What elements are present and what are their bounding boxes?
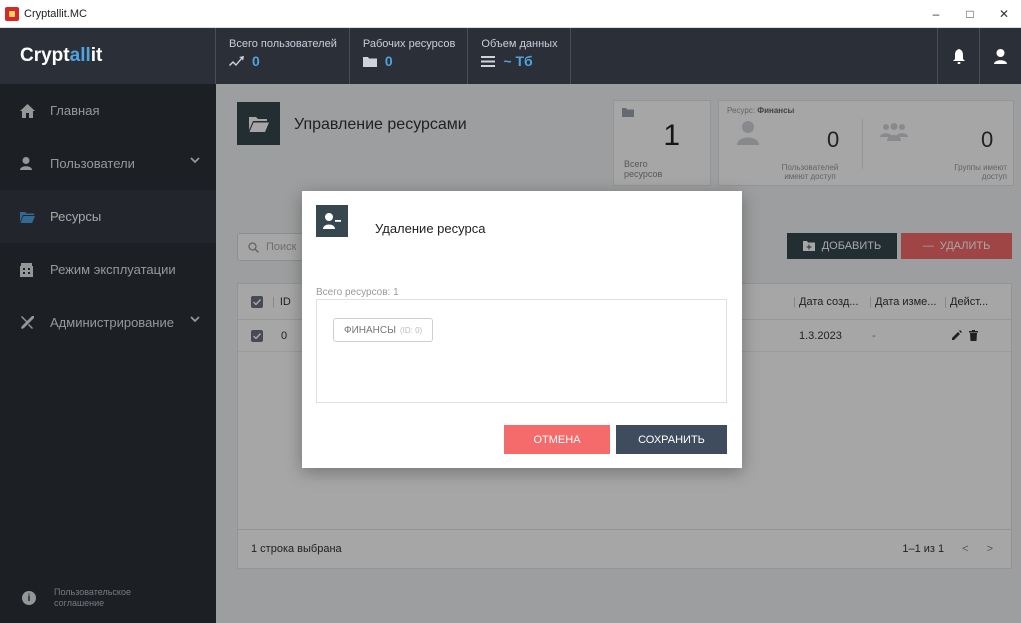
stat-total-users: Всего пользователей 0 — [216, 28, 350, 84]
stat-label: Объем данных — [481, 38, 558, 50]
delete-resource-dialog: Удаление ресурса Всего ресурсов: 1 ФИНАН… — [302, 191, 742, 468]
folder-icon — [362, 56, 377, 67]
chip-name: ФИНАНСЫ — [344, 324, 396, 336]
list-icon — [481, 55, 496, 67]
resources-list: ФИНАНСЫ (ID: 0) — [316, 299, 727, 403]
stat-value: ~ Tб — [503, 53, 533, 69]
app-icon — [5, 6, 19, 21]
dialog-subtitle: Всего ресурсов: 1 — [316, 287, 399, 298]
logo-text-accent: all — [69, 45, 91, 66]
save-button[interactable]: СОХРАНИТЬ — [616, 425, 727, 454]
window-controls: – □ ✕ — [919, 0, 1021, 28]
stat-value: 0 — [384, 53, 393, 69]
activity-icon — [229, 55, 244, 66]
user-minus-icon — [323, 213, 341, 229]
logo-text-tail: it — [90, 45, 103, 66]
resource-chip: ФИНАНСЫ (ID: 0) — [333, 318, 434, 342]
window-title: Cryptallit.MC — [24, 7, 87, 20]
top-header: Crypt all it Всего пользователей 0 Рабочих… — [0, 28, 1021, 84]
profile-button[interactable] — [979, 28, 1021, 84]
stat-label: Рабочих ресурсов — [362, 38, 456, 50]
stat-label: Всего пользователей — [229, 38, 337, 50]
dialog-icon — [316, 205, 348, 237]
stat-value: 0 — [252, 53, 260, 69]
minimize-button[interactable]: – — [919, 0, 953, 28]
bell-icon — [952, 48, 965, 64]
logo: Crypt all it — [0, 28, 216, 84]
close-button[interactable]: ✕ — [987, 0, 1021, 28]
header-actions — [937, 28, 1021, 84]
notifications-button[interactable] — [937, 28, 979, 84]
cancel-button[interactable]: ОТМЕНА — [504, 425, 610, 454]
stat-data-volume: Объем данных ~ Tб — [468, 28, 571, 84]
user-icon — [994, 48, 1007, 64]
logo-text-main: Crypt — [20, 45, 70, 66]
maximize-button[interactable]: □ — [953, 0, 987, 28]
chip-id: (ID: 0) — [399, 325, 423, 335]
dialog-title: Удаление ресурса — [375, 221, 486, 236]
stat-work-resources: Рабочих ресурсов 0 — [350, 28, 469, 84]
window-titlebar: Cryptallit.MC – □ ✕ — [0, 0, 1021, 28]
